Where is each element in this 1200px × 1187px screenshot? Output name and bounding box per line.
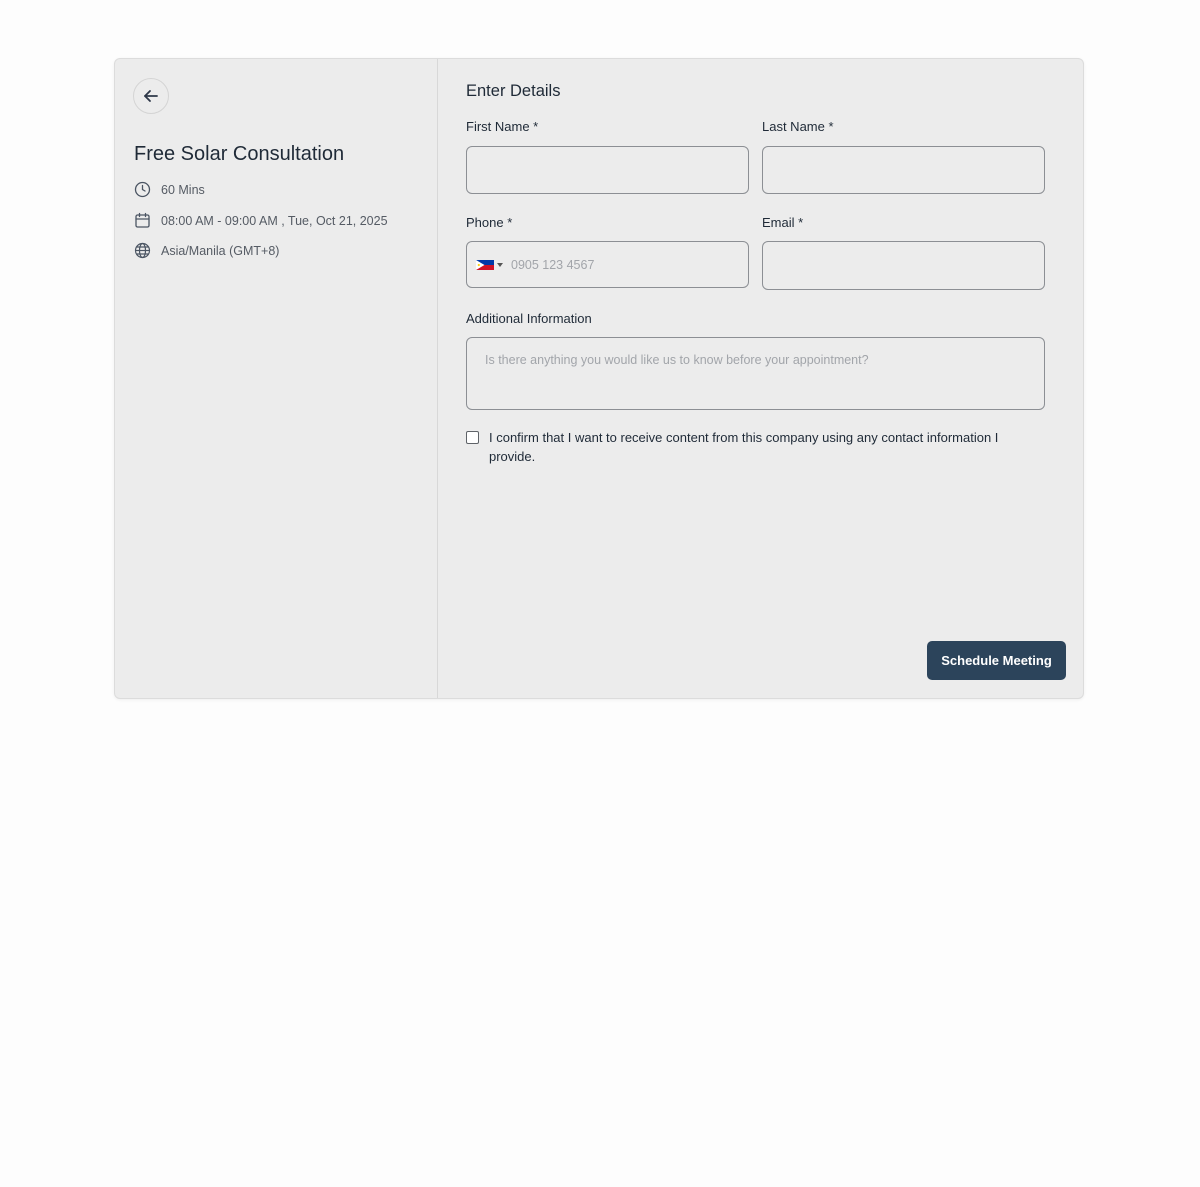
event-datetime-text: 08:00 AM - 09:00 AM , Tue, Oct 21, 2025 bbox=[161, 213, 388, 228]
last-name-input[interactable] bbox=[762, 146, 1045, 194]
globe-icon bbox=[134, 242, 151, 259]
event-timezone: Asia/Manila (GMT+8) bbox=[134, 242, 279, 259]
phone-label: Phone * bbox=[466, 215, 513, 230]
first-name-input[interactable] bbox=[466, 146, 749, 194]
event-summary-panel: Free Solar Consultation 60 Mins 08:00 AM bbox=[115, 59, 438, 698]
consent-checkbox[interactable] bbox=[466, 431, 479, 444]
booking-card: Free Solar Consultation 60 Mins 08:00 AM bbox=[114, 58, 1084, 699]
event-timezone-text: Asia/Manila (GMT+8) bbox=[161, 243, 280, 258]
event-duration: 60 Mins bbox=[134, 181, 205, 198]
clock-icon bbox=[134, 181, 151, 198]
event-datetime: 08:00 AM - 09:00 AM , Tue, Oct 21, 2025 bbox=[134, 212, 388, 229]
additional-info-label: Additional Information bbox=[466, 311, 592, 326]
consent-row: I confirm that I want to receive content… bbox=[466, 428, 1046, 466]
caret-down-icon bbox=[497, 262, 503, 267]
last-name-label: Last Name * bbox=[762, 119, 834, 134]
additional-info-textarea[interactable] bbox=[466, 337, 1045, 410]
phone-input[interactable] bbox=[511, 257, 748, 272]
arrow-left-icon bbox=[141, 86, 161, 106]
philippines-flag-icon bbox=[476, 259, 494, 270]
calendar-icon bbox=[134, 212, 151, 229]
details-form: Enter Details First Name * Last Name * P… bbox=[438, 59, 1083, 698]
country-code-select[interactable] bbox=[476, 259, 503, 270]
schedule-meeting-button[interactable]: Schedule Meeting bbox=[927, 641, 1066, 680]
consent-text: I confirm that I want to receive content… bbox=[489, 430, 999, 464]
email-input[interactable] bbox=[762, 241, 1045, 290]
email-label: Email * bbox=[762, 215, 804, 230]
first-name-label: First Name * bbox=[466, 119, 539, 134]
back-button[interactable] bbox=[133, 78, 169, 114]
phone-field bbox=[466, 241, 749, 288]
form-title: Enter Details bbox=[466, 82, 561, 100]
event-duration-text: 60 Mins bbox=[161, 182, 205, 197]
event-title: Free Solar Consultation bbox=[134, 143, 345, 165]
